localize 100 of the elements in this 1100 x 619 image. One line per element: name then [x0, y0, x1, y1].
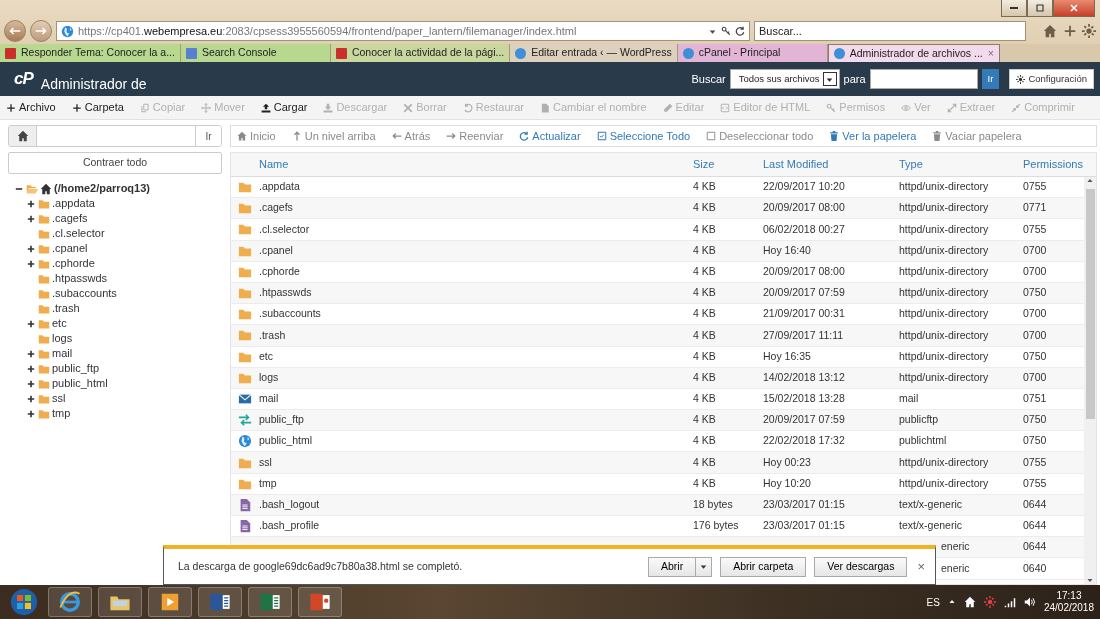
- minimize-button[interactable]: [1001, 0, 1027, 17]
- search-field[interactable]: Buscar...: [754, 21, 1026, 41]
- clock-time[interactable]: 17:13: [1043, 589, 1094, 602]
- go-button[interactable]: Ir: [981, 69, 1000, 89]
- folder-icon: [238, 222, 252, 237]
- table-cell: 0750: [1023, 349, 1047, 362]
- tree-item[interactable]: logs: [52, 330, 73, 347]
- nav-link[interactable]: Seleccione Todo: [596, 127, 691, 145]
- language-indicator[interactable]: ES: [926, 594, 940, 610]
- browser-app-icon[interactable]: [59, 591, 81, 613]
- folder-icon: [38, 272, 50, 285]
- volume-icon[interactable]: [1023, 596, 1036, 608]
- search-field[interactable]: [869, 69, 978, 89]
- folder-icon: [38, 257, 50, 270]
- home-icon: [16, 130, 29, 142]
- start-button[interactable]: [10, 588, 38, 616]
- view-downloads-button[interactable]: Ver descargas: [814, 556, 908, 577]
- folder-icon: [238, 328, 252, 343]
- tree-item[interactable]: public_html: [52, 375, 108, 392]
- expand-toggle-icon[interactable]: [27, 245, 35, 254]
- tree-item[interactable]: (/home2/parroq13): [54, 180, 150, 197]
- browser-tab[interactable]: Editar entrada ‹ — WordPress: [510, 44, 678, 62]
- toolbar-button[interactable]: Cargar: [260, 99, 316, 116]
- back-button[interactable]: [4, 20, 26, 42]
- open-options-button[interactable]: [696, 556, 713, 577]
- media-player-icon[interactable]: [159, 591, 181, 613]
- go-button[interactable]: Ir: [195, 126, 221, 146]
- toolbar-button[interactable]: Archivo: [6, 99, 64, 116]
- site-icon: [185, 47, 197, 59]
- table-cell: Hoy 00:23: [763, 455, 811, 468]
- open-button[interactable]: Abrir: [648, 556, 697, 577]
- nav-link[interactable]: Actualizar: [519, 127, 581, 145]
- table-cell: 20/09/2017 07:59: [763, 413, 845, 426]
- table-cell: public_ftp: [259, 413, 304, 426]
- column-header[interactable]: Size: [693, 156, 763, 173]
- document-app-icon[interactable]: [209, 591, 231, 613]
- table-cell: 4 KB: [693, 434, 716, 447]
- close-button[interactable]: [1053, 0, 1095, 17]
- caret-icon: [699, 562, 709, 571]
- close-button[interactable]: ×: [915, 556, 927, 577]
- signal-icon[interactable]: [1003, 596, 1016, 608]
- nav-link[interactable]: Ver la papelera: [829, 127, 917, 145]
- site-icon: [5, 47, 16, 59]
- expand-toggle-icon[interactable]: [27, 365, 35, 374]
- spreadsheet-app-icon[interactable]: [259, 591, 281, 613]
- forward-button[interactable]: [30, 20, 52, 42]
- tree-item[interactable]: .htpasswds: [52, 270, 108, 287]
- tree-item[interactable]: public_ftp: [52, 360, 100, 377]
- browser-tab[interactable]: Responder Tema: Conocer la a...: [0, 44, 181, 62]
- scrollbar[interactable]: [1084, 177, 1096, 584]
- plus-icon: [71, 102, 82, 113]
- tree-item[interactable]: .trash: [52, 300, 80, 317]
- expand-toggle-icon[interactable]: [27, 260, 35, 269]
- open-folder-button[interactable]: Abrir carpeta: [720, 556, 807, 577]
- table-cell: 0700: [1023, 328, 1047, 341]
- expand-toggle-icon[interactable]: [27, 350, 35, 359]
- collapse-all-button[interactable]: Contraer todo: [8, 152, 222, 174]
- home-button[interactable]: [9, 126, 37, 146]
- tree-item[interactable]: etc: [52, 315, 67, 332]
- compress-icon: [1011, 102, 1022, 113]
- toolbar-button[interactable]: Carpeta: [71, 99, 132, 116]
- table-cell: 0755: [1023, 455, 1047, 468]
- expand-toggle-icon[interactable]: [27, 395, 35, 404]
- settings-button[interactable]: Configuración: [1009, 69, 1094, 89]
- maximize-button[interactable]: [1027, 0, 1053, 17]
- address-field[interactable]: https://cp401.webempresa.eu:2083/cpsess3955560594/frontend/paper_lantern/filemanager/index.html: [56, 21, 750, 41]
- tree-item[interactable]: ssl: [52, 390, 66, 407]
- table-cell: 27/09/2017 11:11: [763, 328, 844, 341]
- expand-toggle-icon[interactable]: [27, 410, 35, 419]
- column-header[interactable]: Type: [899, 156, 1023, 173]
- tree-item[interactable]: .cagefs: [52, 210, 88, 227]
- scope-select[interactable]: Todos sus archivos: [729, 69, 840, 89]
- tree-item[interactable]: mail: [52, 345, 73, 362]
- tree-item[interactable]: .cphorde: [52, 255, 95, 272]
- column-header[interactable]: Name: [259, 156, 693, 173]
- path-field[interactable]: Ir: [8, 125, 222, 147]
- column-header[interactable]: Permissions: [1023, 156, 1083, 173]
- arrow-right-icon: [35, 25, 47, 37]
- expand-toggle-icon[interactable]: [27, 380, 35, 389]
- tree-item[interactable]: .subaccounts: [52, 285, 117, 302]
- folder-icon: [38, 242, 50, 255]
- code-icon: [720, 102, 731, 113]
- browser-tab[interactable]: Search Console: [180, 44, 331, 62]
- clock-date[interactable]: 24/02/2018: [1043, 602, 1094, 615]
- expand-toggle-icon[interactable]: [27, 200, 35, 209]
- tree-item[interactable]: .appdata: [52, 195, 95, 212]
- close-tab-button[interactable]: ×: [987, 45, 994, 62]
- expand-toggle-icon[interactable]: [27, 215, 35, 224]
- table-cell: 20/09/2017 08:00: [763, 201, 845, 214]
- download-icon: [323, 102, 334, 113]
- expand-toggle-icon[interactable]: [27, 320, 35, 329]
- presentation-app-icon[interactable]: [309, 591, 331, 613]
- tree-item[interactable]: .cpanel: [52, 240, 88, 257]
- site-icon: [682, 47, 694, 59]
- browser-tab[interactable]: cPanel - Principal: [677, 44, 828, 62]
- tree-item[interactable]: tmp: [52, 405, 71, 422]
- browser-tab[interactable]: Administrador de archivos ... ×: [827, 44, 1000, 62]
- browser-tab[interactable]: Conocer la actividad de la pági...: [330, 44, 511, 62]
- tree-item[interactable]: .cl.selector: [52, 225, 105, 242]
- column-header[interactable]: Last Modified: [763, 156, 899, 173]
